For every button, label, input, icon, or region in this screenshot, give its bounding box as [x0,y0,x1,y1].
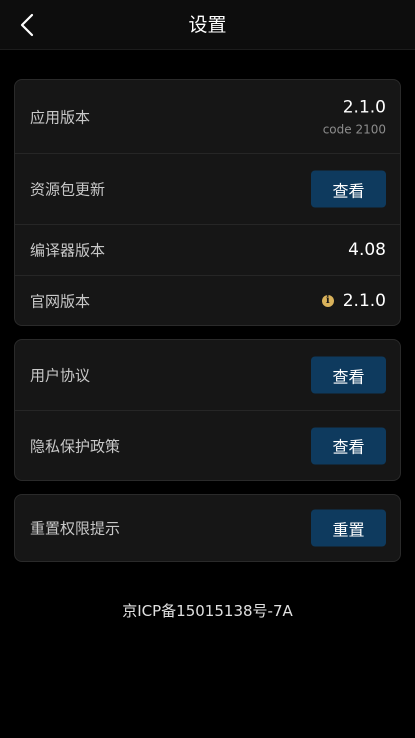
compiler-version-row: 编译器版本 4.08 [15,225,400,276]
app-version-value-block: 2.1.0 code 2100 [323,97,386,136]
reset-permission-label: 重置权限提示 [30,519,121,538]
website-version-label: 官网版本 [30,292,91,310]
compiler-version-value: 4.08 [348,240,386,260]
app-version-label: 应用版本 [30,108,91,126]
info-icon[interactable]: i [321,294,334,307]
compiler-version-value-wrap: 4.08 [348,240,386,260]
user-agreement-view-button[interactable]: 查看 [311,356,386,394]
policy-card: 用户协议 查看 隐私保护政策 查看 [14,339,401,481]
page-title: 设置 [188,14,227,36]
website-version-row: 官网版本 i 2.1.0 [15,276,400,325]
privacy-policy-view-button[interactable]: 查看 [311,427,386,464]
privacy-policy-label: 隐私保护政策 [30,437,121,455]
app-version-code: code 2100 [322,122,386,136]
website-version-value: 2.1.0 [342,290,386,311]
resource-update-row: 资源包更新 查看 [15,154,400,225]
top-bar: 设置 [0,0,415,50]
reset-permission-button[interactable]: 重置 [311,509,386,547]
icp-footer-text: 京ICP备15015138号-7A [122,602,293,620]
app-version-row: 应用版本 2.1.0 code 2100 [15,80,400,154]
reset-permission-row: 重置权限提示 重置 [15,495,400,561]
compiler-version-label: 编译器版本 [30,241,106,260]
user-agreement-row: 用户协议 查看 [15,340,400,411]
resource-update-label: 资源包更新 [30,180,106,199]
app-version-value: 2.1.0 [342,97,386,117]
version-card: 应用版本 2.1.0 code 2100 资源包更新 查看 编译器版本 4.08… [14,79,401,326]
website-version-value-wrap: i 2.1.0 [321,290,386,311]
resource-update-view-button[interactable]: 查看 [311,170,386,208]
user-agreement-label: 用户协议 [30,366,91,385]
permission-card: 重置权限提示 重置 [14,494,401,562]
privacy-policy-row: 隐私保护政策 查看 [15,411,400,480]
